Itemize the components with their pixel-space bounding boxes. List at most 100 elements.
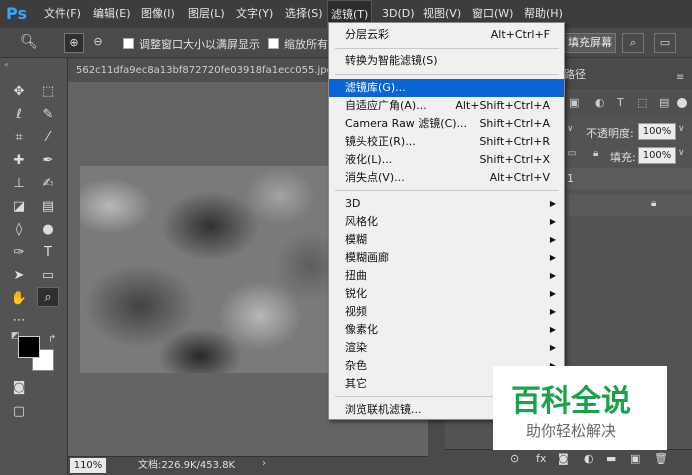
opacity-label: 不透明度: (586, 127, 634, 140)
watermark-title: 百科全说 (511, 384, 631, 419)
hand-tool-icon[interactable]: ✋ (8, 289, 30, 309)
menu-item-convert-smart-filter[interactable]: 转换为智能滤镜(S) (329, 52, 564, 70)
zoom-in-icon[interactable]: ⊕ (64, 33, 84, 53)
lasso-tool-icon[interactable]: ℓ (8, 105, 30, 125)
menu-item-video[interactable]: 视频 ▶ (329, 303, 564, 321)
menu-select[interactable]: 选择(S) (282, 0, 326, 28)
filter-smart-icon[interactable]: ▤ (659, 96, 669, 109)
menu-item-stylize[interactable]: 风格化 ▶ (329, 213, 564, 231)
filter-adjust-icon[interactable]: ◐ (595, 96, 605, 109)
opacity-dropdown-icon[interactable]: ∨ (678, 124, 685, 134)
zoom-out-icon[interactable]: ⊖ (88, 33, 108, 53)
dodge-tool-icon[interactable]: ● (37, 220, 59, 240)
resize-windows-label: 调整窗口大小以满屏显示 (139, 38, 260, 51)
submenu-arrow-icon: ▶ (549, 217, 556, 226)
layer-row-selected[interactable]: 1 (565, 168, 692, 190)
rectangle-tool-icon[interactable]: ▭ (37, 266, 59, 286)
fill-screen-button[interactable]: 填充屏幕 (564, 33, 616, 53)
quick-mask-icon[interactable]: ◙ (8, 378, 30, 398)
swap-colors-icon[interactable]: ↱ (48, 334, 56, 345)
history-brush-tool-icon[interactable]: ✍ (37, 174, 59, 194)
submenu-arrow-icon: ▶ (549, 235, 556, 244)
menu-item-liquify[interactable]: 液化(L)... Shift+Ctrl+X (329, 151, 564, 169)
filter-type-icon[interactable]: T (617, 96, 624, 109)
lock-all-icon[interactable]: 🔒︎ (593, 148, 598, 159)
menu-item-vanishing-point[interactable]: 消失点(V)... Alt+Ctrl+V (329, 169, 564, 187)
brush-tool-icon[interactable]: ✒ (37, 151, 59, 171)
menu-layer[interactable]: 图层(L) (185, 0, 228, 28)
menu-edit[interactable]: 编辑(E) (90, 0, 134, 28)
layer-filter-row: ▣ ◐ T ⬚ ▤ (565, 92, 692, 116)
blur-tool-icon[interactable]: ◊ (8, 220, 30, 240)
document-info: 文档:226.9K/453.8K (138, 460, 236, 471)
document-canvas-image[interactable] (80, 166, 330, 373)
stamp-tool-icon[interactable]: ⊥ (8, 174, 30, 194)
menu-item-blur-gallery[interactable]: 模糊画廊 ▶ (329, 249, 564, 267)
new-layer-icon[interactable]: ▣ (630, 452, 640, 465)
type-tool-icon[interactable]: T (37, 243, 59, 263)
filter-pixel-icon[interactable]: ▣ (569, 96, 579, 109)
gradient-tool-icon[interactable]: ▤ (37, 197, 59, 217)
resize-windows-checkbox[interactable] (123, 38, 134, 49)
adjustment-layer-icon[interactable]: ◐ (584, 452, 594, 465)
link-layers-icon[interactable]: ⊙ (510, 452, 519, 465)
collapse-icon[interactable]: « (4, 60, 9, 69)
tools-panel: « ✥ ⬚ ℓ ✎ ⌗ ⁄ ✚ ✒ ⊥ ✍ ◪ ▤ ◊ ● ✑ T ➤ ▭ ✋ … (0, 58, 68, 475)
zoom-all-checkbox[interactable] (268, 38, 279, 49)
blend-mode-dropdown[interactable]: ∨ (567, 124, 574, 134)
fill-field[interactable]: 100% (638, 147, 676, 164)
layer-row-background[interactable]: 🔒︎ (565, 194, 692, 216)
quick-select-tool-icon[interactable]: ✎ (37, 105, 59, 125)
menu-separator (335, 48, 559, 49)
photoshop-logo: Ps (6, 4, 27, 23)
workspace-icon[interactable]: ▭ (654, 33, 676, 53)
pen-tool-icon[interactable]: ✑ (8, 243, 30, 263)
path-select-tool-icon[interactable]: ➤ (8, 266, 30, 286)
menu-item-distort[interactable]: 扭曲 ▶ (329, 267, 564, 285)
menu-item-lens-correction[interactable]: 镜头校正(R)... Shift+Ctrl+R (329, 133, 564, 151)
filter-shape-icon[interactable]: ⬚ (637, 96, 647, 109)
screen-mode-icon[interactable]: ▢ (8, 402, 30, 422)
move-tool-icon[interactable]: ✥ (8, 82, 30, 102)
watermark-subtitle: 助你轻松解决 (526, 422, 617, 440)
filter-toggle-icon[interactable] (677, 98, 687, 108)
foreground-color-swatch[interactable] (18, 336, 40, 358)
eyedropper-tool-icon[interactable]: ⁄ (37, 128, 59, 148)
menu-item-sharpen[interactable]: 锐化 ▶ (329, 285, 564, 303)
layer-mask-icon[interactable]: ◙ (558, 452, 569, 465)
search-icon[interactable]: ⌕ (622, 33, 644, 53)
delete-layer-icon[interactable]: 🗑︎ (654, 452, 668, 465)
menu-item-camera-raw[interactable]: Camera Raw 滤镜(C)... Shift+Ctrl+A (329, 115, 564, 133)
menu-item-clouds-difference[interactable]: 分层云彩 Alt+Ctrl+F (329, 26, 564, 44)
menu-item-3d[interactable]: 3D ▶ (329, 195, 564, 213)
submenu-arrow-icon: ▶ (549, 271, 556, 280)
healing-tool-icon[interactable]: ✚ (8, 151, 30, 171)
opacity-field[interactable]: 100% (638, 123, 676, 140)
menu-file[interactable]: 文件(F) (41, 0, 84, 28)
eraser-tool-icon[interactable]: ◪ (8, 197, 30, 217)
layer-style-icon[interactable]: fx (536, 452, 546, 465)
menu-image[interactable]: 图像(I) (138, 0, 178, 28)
menu-item-blur[interactable]: 模糊 ▶ (329, 231, 564, 249)
menu-item-adaptive-wide-angle[interactable]: 自适应广角(A)... Alt+Shift+Ctrl+A (329, 97, 564, 115)
more-tools-icon[interactable]: ⋯ (8, 311, 30, 331)
fill-dropdown-icon[interactable]: ∨ (678, 148, 685, 158)
menu-type[interactable]: 文字(Y) (233, 0, 276, 28)
crop-tool-icon[interactable]: ⌗ (8, 128, 30, 148)
watermark-logo: 百科全说 助你轻松解决 (493, 366, 667, 450)
group-icon[interactable]: ▬ (606, 452, 616, 465)
menu-item-pixelate[interactable]: 像素化 ▶ (329, 321, 564, 339)
zoom-level-field[interactable]: 110% (70, 458, 106, 473)
zoom-tool-preset-icon[interactable]: 🔍︎⌄ (20, 34, 48, 66)
menu-item-filter-gallery[interactable]: 滤镜库(G)... (329, 79, 564, 97)
panel-menu-icon[interactable]: ≡ (676, 72, 684, 83)
marquee-tool-icon[interactable]: ⬚ (37, 82, 59, 102)
menu-item-render[interactable]: 渲染 ▶ (329, 339, 564, 357)
status-arrow-icon[interactable]: › (262, 458, 266, 469)
zoom-tool-icon[interactable]: ⌕ (37, 287, 59, 307)
layer-lock-icon: 🔒︎ (651, 198, 657, 209)
lock-pixels-icon[interactable]: ▭ (567, 148, 576, 159)
menu-separator (335, 190, 559, 191)
paths-tab[interactable]: 路径 (564, 66, 586, 82)
document-tab[interactable]: 562c11dfa9ec8a13bf872720fe03918fa1ecc055… (68, 60, 333, 82)
